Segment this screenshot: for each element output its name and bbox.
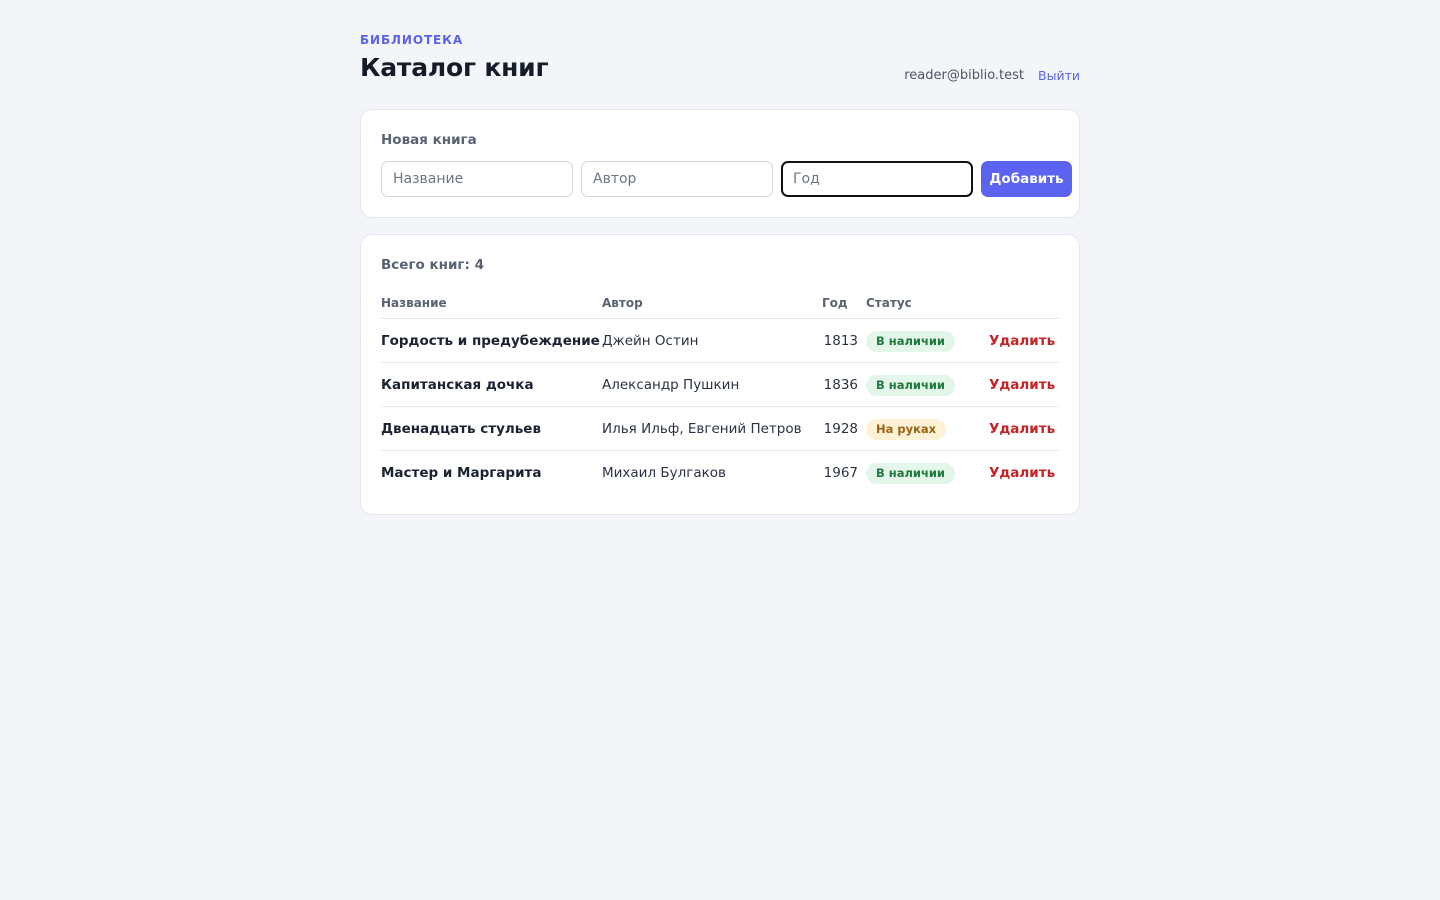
page-container: БИБЛИОТЕКА Каталог книг reader@biblio.te… <box>360 0 1080 515</box>
table-body: Гордость и предубеждение Джейн Остин 1813 В… <box>381 319 1059 495</box>
status-badge: В наличии <box>866 375 955 396</box>
column-header-title: Название <box>381 296 447 310</box>
status-badge: На руках <box>866 419 947 440</box>
status-cell: В наличии <box>866 463 955 484</box>
logout-link[interactable]: Выйти <box>1038 68 1080 83</box>
book-year: 1967 <box>823 465 858 481</box>
books-table: Название Автор Год Статус Гордость и пре… <box>381 293 1059 495</box>
delete-button[interactable]: Удалить <box>989 377 1055 393</box>
status-cell: На руках <box>866 419 947 440</box>
column-header-year: Год <box>822 296 848 310</box>
total-count: Всего книг: 4 <box>381 257 484 273</box>
book-author: Илья Ильф, Евгений Петров <box>602 421 802 437</box>
status-cell: В наличии <box>866 331 955 352</box>
add-button[interactable]: Добавить <box>981 161 1072 197</box>
status-badge: В наличии <box>866 331 955 352</box>
new-book-form: Новая книга Добавить <box>360 109 1080 218</box>
user-email: reader@biblio.test <box>904 68 1025 83</box>
table-row: Мастер и Маргарита Михаил Булгаков 1967 В н… <box>381 451 1059 495</box>
table-header: Название Автор Год Статус <box>381 293 1059 319</box>
book-title: Гордость и предубеждение <box>381 333 600 349</box>
table-row: Капитанская дочка Александр Пушкин 1836 В н… <box>381 363 1059 407</box>
table-row: Гордость и предубеждение Джейн Остин 1813 В… <box>381 319 1059 363</box>
form-row: Добавить <box>381 161 1072 197</box>
book-year: 1928 <box>823 421 858 437</box>
delete-button[interactable]: Удалить <box>989 421 1055 437</box>
column-header-status: Статус <box>866 296 912 310</box>
status-cell: В наличии <box>866 375 955 396</box>
year-input[interactable] <box>781 161 973 197</box>
title-input[interactable] <box>381 161 573 197</box>
section-eyebrow: БИБЛИОТЕКА <box>360 33 464 47</box>
page-header: БИБЛИОТЕКА Каталог книг reader@biblio.te… <box>360 0 1080 109</box>
column-header-author: Автор <box>602 296 643 310</box>
book-title: Двенадцать стульев <box>381 421 541 437</box>
book-title: Мастер и Маргарита <box>381 465 542 481</box>
book-author: Джейн Остин <box>602 333 699 349</box>
page-title: Каталог книг <box>360 53 549 82</box>
book-author: Александр Пушкин <box>602 377 740 393</box>
status-badge: В наличии <box>866 463 955 484</box>
book-year: 1836 <box>823 377 858 393</box>
user-area: reader@biblio.test Выйти <box>904 68 1080 83</box>
author-input[interactable] <box>581 161 773 197</box>
delete-button[interactable]: Удалить <box>989 465 1055 481</box>
table-row: Двенадцать стульев Илья Ильф, Евгений Пет… <box>381 407 1059 451</box>
delete-button[interactable]: Удалить <box>989 333 1055 349</box>
book-year: 1813 <box>823 333 858 349</box>
book-title: Капитанская дочка <box>381 377 534 393</box>
book-author: Михаил Булгаков <box>602 465 726 481</box>
form-title: Новая книга <box>381 132 477 148</box>
book-list: Всего книг: 4 Название Автор Год Статус … <box>360 234 1080 515</box>
